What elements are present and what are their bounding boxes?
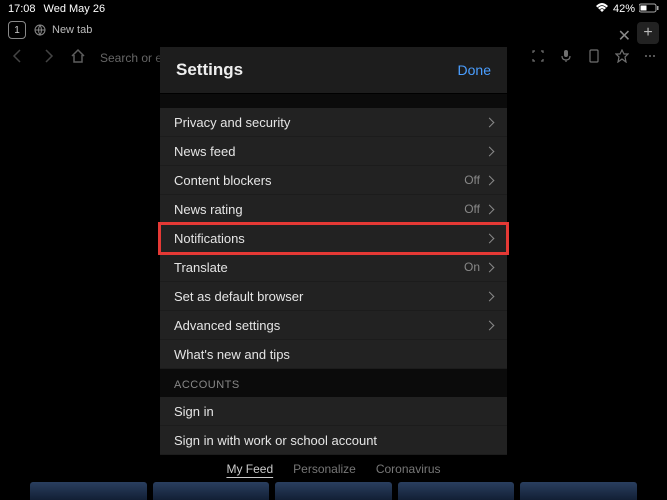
settings-row-content-blockers[interactable]: Content blockers Off	[160, 166, 507, 195]
chevron-right-icon	[485, 204, 495, 214]
tab-count-button[interactable]: 1	[8, 21, 26, 39]
settings-row-label: Privacy and security	[174, 115, 290, 130]
chevron-right-icon	[485, 175, 495, 185]
tab-bar: 1 New tab	[0, 18, 667, 42]
settings-row-privacy-and-security[interactable]: Privacy and security	[160, 108, 507, 137]
chevron-right-icon	[485, 262, 495, 272]
settings-row-label: Notifications	[174, 231, 245, 246]
accounts-list: Sign in Sign in with work or school accou…	[160, 397, 507, 455]
more-icon[interactable]	[643, 49, 657, 68]
new-tab-button[interactable]: +	[637, 22, 659, 44]
done-button[interactable]: Done	[458, 62, 491, 78]
chevron-right-icon	[485, 146, 495, 156]
tab-label: New tab	[52, 24, 92, 36]
account-row-label: Sign in	[174, 404, 214, 419]
feed-tab-personalize[interactable]: Personalize	[293, 462, 356, 476]
feed-strip	[0, 482, 667, 500]
settings-row-label: Translate	[174, 260, 228, 275]
settings-row-value: On	[464, 260, 480, 274]
settings-header: Settings Done	[160, 47, 507, 94]
battery-percent: 42%	[613, 3, 635, 15]
feed-card[interactable]	[520, 482, 637, 500]
feed-tab-coronavirus[interactable]: Coronavirus	[376, 462, 441, 476]
forward-icon[interactable]	[40, 48, 56, 69]
settings-row-what-s-new-and-tips[interactable]: What's new and tips	[160, 340, 507, 369]
chevron-right-icon	[485, 233, 495, 243]
feed-card[interactable]	[30, 482, 147, 500]
settings-row-value: Off	[464, 202, 480, 216]
favorites-icon[interactable]	[615, 49, 629, 68]
feed-tab-my-feed[interactable]: My Feed	[226, 462, 273, 476]
settings-row-label: News feed	[174, 144, 235, 159]
chevron-right-icon	[485, 291, 495, 301]
settings-row-value: Off	[464, 173, 480, 187]
settings-row-set-as-default-browser[interactable]: Set as default browser	[160, 282, 507, 311]
settings-row-label: News rating	[174, 202, 243, 217]
close-tab-button[interactable]: ✕	[618, 26, 631, 46]
feed-card[interactable]	[153, 482, 270, 500]
settings-list: Privacy and security News feed Content blo…	[160, 108, 507, 369]
status-time: 17:08	[8, 3, 36, 15]
chevron-right-icon	[485, 117, 495, 127]
settings-row-news-rating[interactable]: News rating Off	[160, 195, 507, 224]
settings-row-translate[interactable]: Translate On	[160, 253, 507, 282]
account-row-sign-in[interactable]: Sign in	[160, 397, 507, 426]
settings-row-label: Set as default browser	[174, 289, 303, 304]
settings-row-news-feed[interactable]: News feed	[160, 137, 507, 166]
wifi-icon	[595, 3, 609, 16]
status-bar: 17:08 Wed May 26 42%	[0, 0, 667, 18]
settings-row-label: Advanced settings	[174, 318, 280, 333]
mic-icon[interactable]	[559, 49, 573, 68]
account-row-label: Sign in with work or school account	[174, 433, 377, 448]
globe-icon	[34, 24, 46, 36]
settings-title: Settings	[176, 60, 243, 80]
feed-card[interactable]	[275, 482, 392, 500]
home-icon[interactable]	[70, 48, 86, 69]
feed-tabs: My Feed Personalize Coronavirus	[0, 462, 667, 476]
chevron-right-icon	[485, 320, 495, 330]
status-date: Wed May 26	[44, 3, 106, 15]
device-icon[interactable]	[587, 49, 601, 68]
settings-row-advanced-settings[interactable]: Advanced settings	[160, 311, 507, 340]
settings-panel: Settings Done Privacy and security News f…	[160, 47, 507, 455]
accounts-section-header: ACCOUNTS	[160, 369, 507, 397]
tab-count-value: 1	[14, 25, 20, 36]
scan-icon[interactable]	[531, 49, 545, 68]
battery-icon	[639, 3, 659, 16]
settings-row-label: What's new and tips	[174, 347, 290, 362]
feed-card[interactable]	[398, 482, 515, 500]
tab-current[interactable]: New tab	[34, 24, 92, 36]
account-row-sign-in-with-work-or-school-account[interactable]: Sign in with work or school account	[160, 426, 507, 455]
settings-row-notifications[interactable]: Notifications	[160, 224, 507, 253]
back-icon[interactable]	[10, 48, 26, 69]
settings-row-label: Content blockers	[174, 173, 272, 188]
